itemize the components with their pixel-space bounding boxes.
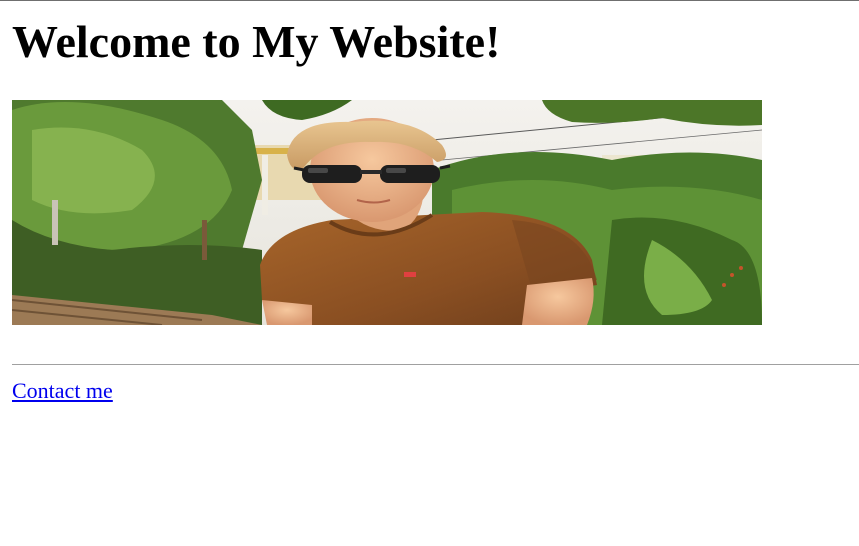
profile-photo <box>12 100 762 325</box>
contact-link[interactable]: Contact me <box>12 378 113 404</box>
page-title: Welcome to My Website! <box>12 16 501 67</box>
horizontal-divider <box>12 364 859 365</box>
top-border <box>0 0 859 1</box>
